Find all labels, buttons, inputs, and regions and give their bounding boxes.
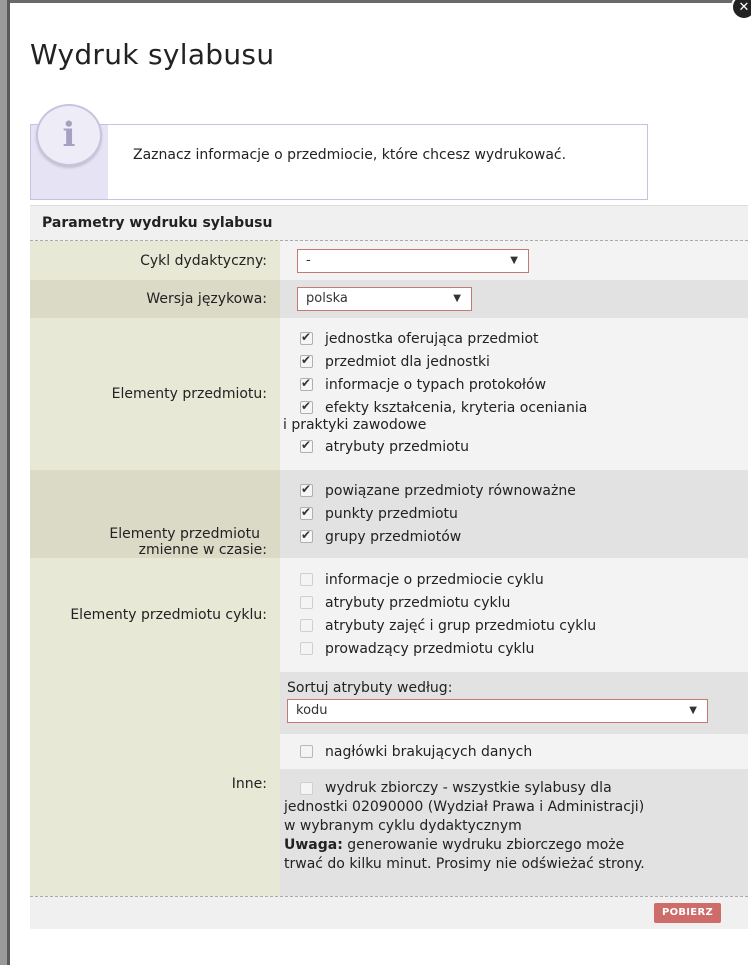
checkbox-row[interactable]: informacje o typach protokołów: [280, 373, 748, 396]
warning-line1: Uwaga: generowanie wydruku zbiorczego mo…: [284, 836, 748, 855]
elements-list: jednostka oferująca przedmiot przedmiot …: [280, 318, 748, 470]
window-top-edge: [10, 0, 751, 3]
time-elements-label-line1: Elementy przedmiotu: [109, 526, 260, 542]
close-icon[interactable]: ✕: [731, 0, 751, 20]
checkbox-label: jednostka oferująca przedmiot: [325, 330, 539, 347]
sort-label: Sortuj atrybuty według:: [287, 680, 453, 696]
row-language-value: polska ▼: [280, 280, 748, 318]
checkbox-label-line2: i praktyki zawodowe: [283, 417, 427, 433]
checkbox-row[interactable]: punkty przedmiotu: [297, 502, 748, 525]
time-elements-label: Elementy przedmiotu zmienne w czasie:: [30, 470, 280, 558]
checkbox[interactable]: [300, 528, 313, 543]
checkbox-row[interactable]: atrybuty zajęć i grup przedmiotu cyklu: [297, 614, 748, 637]
checkbox-row[interactable]: atrybuty przedmiotu: [280, 435, 748, 458]
checkbox[interactable]: [300, 782, 313, 795]
checkbox-row[interactable]: informacje o przedmiocie cyklu: [297, 568, 748, 591]
checkbox[interactable]: [300, 642, 313, 655]
checkbox-row[interactable]: jednostka oferująca przedmiot: [280, 327, 748, 350]
row-elements: Elementy przedmiotu: jednostka oferująca…: [30, 318, 748, 470]
checkbox-label: atrybuty przedmiotu cyklu: [325, 594, 511, 611]
summary-line3: w wybranym cyklu dydaktycznym: [284, 818, 522, 834]
cycle-label: Cykl dydaktyczny:: [30, 241, 280, 280]
checkbox-label: efekty kształcenia, kryteria oceniania: [325, 399, 588, 416]
language-label: Wersja językowa:: [30, 280, 280, 318]
dialog-title: Wydruk sylabusu: [30, 38, 275, 71]
sort-block: Sortuj atrybuty według: kodu ▼: [280, 672, 748, 734]
time-elements-label-line2: zmienne w czasie:: [138, 542, 267, 558]
language-select-value: polska: [306, 291, 348, 306]
checkbox[interactable]: [300, 330, 313, 345]
checkbox-label: nagłówki brakujących danych: [325, 743, 533, 760]
row-cycle-value: - ▼: [280, 241, 748, 280]
warning-line2: trwać do kilku minut. Prosimy nie odświe…: [284, 856, 645, 872]
cycle-elements-list: informacje o przedmiocie cyklu atrybuty …: [280, 558, 748, 672]
checkbox-row[interactable]: grupy przedmiotów: [297, 525, 748, 548]
time-elements-list: powiązane przedmioty równoważne punkty p…: [280, 470, 748, 558]
checkbox-row[interactable]: nagłówki brakujących danych: [297, 740, 748, 763]
row-other: Inne: Sortuj atrybuty według: kodu ▼ nag…: [30, 672, 748, 896]
checkbox-label: przedmiot dla jednostki: [325, 353, 490, 370]
sort-select-value: kodu: [296, 703, 328, 718]
download-button[interactable]: POBIERZ: [653, 903, 721, 923]
warning-bold: Uwaga:: [284, 837, 343, 853]
summary-line2: jednostki 02090000 (Wydział Prawa i Admi…: [284, 799, 645, 815]
cycle-select-value: -: [306, 253, 311, 268]
panel-footer: POBIERZ: [30, 896, 748, 929]
language-select[interactable]: polska ▼: [297, 287, 472, 311]
checkbox[interactable]: [300, 596, 313, 609]
warning-text: generowanie wydruku zbiorczego może: [342, 837, 625, 853]
checkbox-label: grupy przedmiotów: [325, 528, 462, 545]
checkbox-row[interactable]: atrybuty przedmiotu cyklu: [297, 591, 748, 614]
checkbox[interactable]: [300, 353, 313, 368]
checkbox[interactable]: [300, 505, 313, 520]
checkbox-label: informacje o typach protokołów: [325, 376, 547, 393]
row-cycle-elements: Elementy przedmiotu cyklu: informacje o …: [30, 558, 748, 672]
checkbox[interactable]: [300, 399, 313, 414]
info-text: Zaznacz informacje o przedmiocie, które …: [133, 147, 567, 163]
row-cycle: Cykl dydaktyczny: - ▼: [30, 241, 748, 280]
chevron-down-icon: ▼: [689, 705, 697, 716]
checkbox-row[interactable]: prowadzący przedmiotu cyklu: [297, 637, 748, 660]
window-edge-inner: [7, 0, 10, 965]
chevron-down-icon: ▼: [510, 255, 518, 266]
checkbox[interactable]: [300, 376, 313, 391]
panel-header: Parametry wydruku sylabusu: [30, 205, 748, 241]
checkbox-label: atrybuty zajęć i grup przedmiotu cyklu: [325, 617, 597, 634]
checkbox-row[interactable]: powiązane przedmioty równoważne: [297, 479, 748, 502]
checkbox[interactable]: [300, 438, 313, 453]
checkbox[interactable]: [300, 745, 313, 758]
checkbox-row[interactable]: przedmiot dla jednostki: [280, 350, 748, 373]
checkbox-label-continued: i praktyki zawodowe: [280, 415, 748, 435]
cycle-elements-label: Elementy przedmiotu cyklu:: [30, 558, 280, 672]
checkbox[interactable]: [300, 573, 313, 586]
print-params-panel: Parametry wydruku sylabusu Cykl dydaktyc…: [30, 205, 748, 929]
other-label: Inne:: [30, 672, 280, 896]
sort-select[interactable]: kodu ▼: [287, 699, 708, 723]
summary-line1: wydruk zbiorczy - wszystkie sylabusy dla: [325, 780, 612, 796]
missing-headers-block: nagłówki brakujących danych: [280, 734, 748, 769]
checkbox-label: punkty przedmiotu: [325, 505, 458, 522]
checkbox-label: prowadzący przedmiotu cyklu: [325, 640, 535, 657]
checkbox-row[interactable]: wydruk zbiorczy - wszystkie sylabusy dla: [284, 779, 748, 798]
summary-block: wydruk zbiorczy - wszystkie sylabusy dla…: [280, 769, 748, 896]
checkbox-label: atrybuty przedmiotu: [325, 438, 470, 455]
checkbox-label: informacje o przedmiocie cyklu: [325, 571, 544, 588]
info-icon: i: [36, 104, 102, 166]
checkbox-label: powiązane przedmioty równoważne: [325, 482, 576, 499]
other-options: Sortuj atrybuty według: kodu ▼ nagłówki …: [280, 672, 748, 896]
checkbox[interactable]: [300, 619, 313, 632]
checkbox[interactable]: [300, 482, 313, 497]
chevron-down-icon: ▼: [453, 293, 461, 304]
row-time-elements: Elementy przedmiotu zmienne w czasie: po…: [30, 470, 748, 558]
elements-label: Elementy przedmiotu:: [30, 318, 280, 470]
row-language: Wersja językowa: polska ▼: [30, 280, 748, 318]
cycle-select[interactable]: - ▼: [297, 249, 529, 273]
